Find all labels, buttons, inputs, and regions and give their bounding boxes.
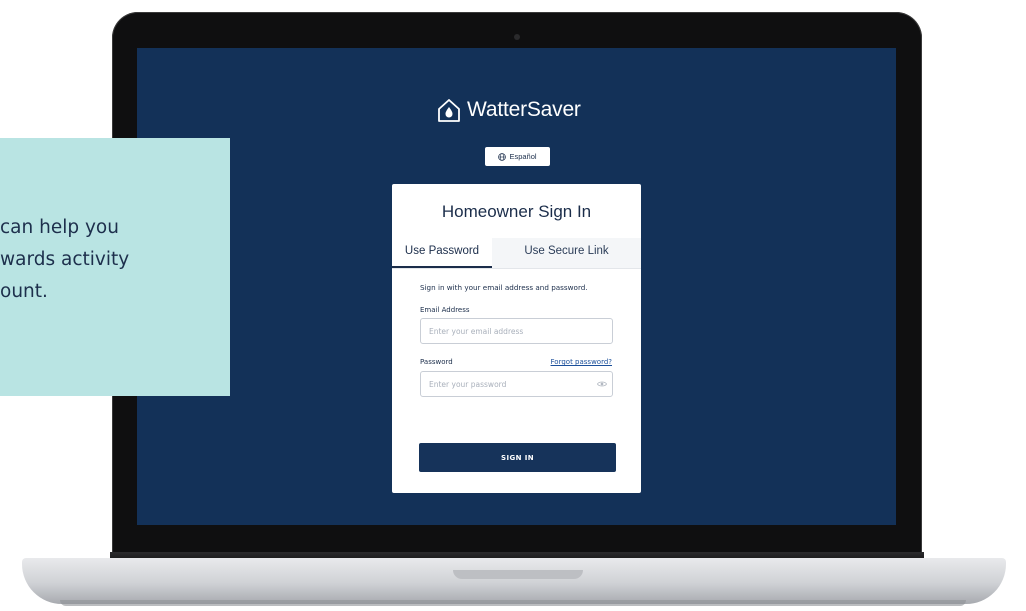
email-field[interactable] (420, 318, 613, 344)
language-button[interactable]: Español (485, 147, 550, 166)
tab-use-secure-link[interactable]: Use Secure Link (492, 238, 641, 268)
brand-name: WatterSaver (467, 98, 581, 121)
brand-logo: WatterSaver (437, 94, 581, 126)
signin-instructions: Sign in with your email address and pass… (420, 283, 588, 292)
laptop-base (22, 558, 1006, 604)
laptop-notch (453, 570, 583, 579)
callout-line-2: wards activity (0, 249, 130, 270)
callout-text: can help you wards activity ount. (0, 212, 129, 308)
signin-card: Homeowner Sign In Use Password Use Secur… (392, 184, 641, 493)
laptop-foot (60, 600, 966, 606)
webcam (514, 34, 520, 40)
callout-line-3: ount. (0, 281, 48, 302)
email-label: Email Address (420, 306, 470, 314)
password-label: Password (420, 358, 453, 366)
marketing-callout: can help you wards activity ount. (0, 138, 230, 396)
forgot-password-link[interactable]: Forgot password? (551, 358, 612, 366)
house-water-drop-icon (438, 99, 460, 122)
language-button-label: Español (509, 152, 537, 161)
password-field[interactable] (420, 371, 613, 397)
signin-title: Homeowner Sign In (441, 202, 592, 221)
eye-icon[interactable] (597, 380, 607, 388)
tab-use-password[interactable]: Use Password (392, 238, 492, 268)
globe-icon (498, 152, 507, 161)
signin-tabs: Use Password Use Secure Link (392, 238, 641, 269)
callout-line-1: can help you (0, 217, 119, 238)
sign-in-button[interactable]: SIGN IN (419, 443, 616, 472)
